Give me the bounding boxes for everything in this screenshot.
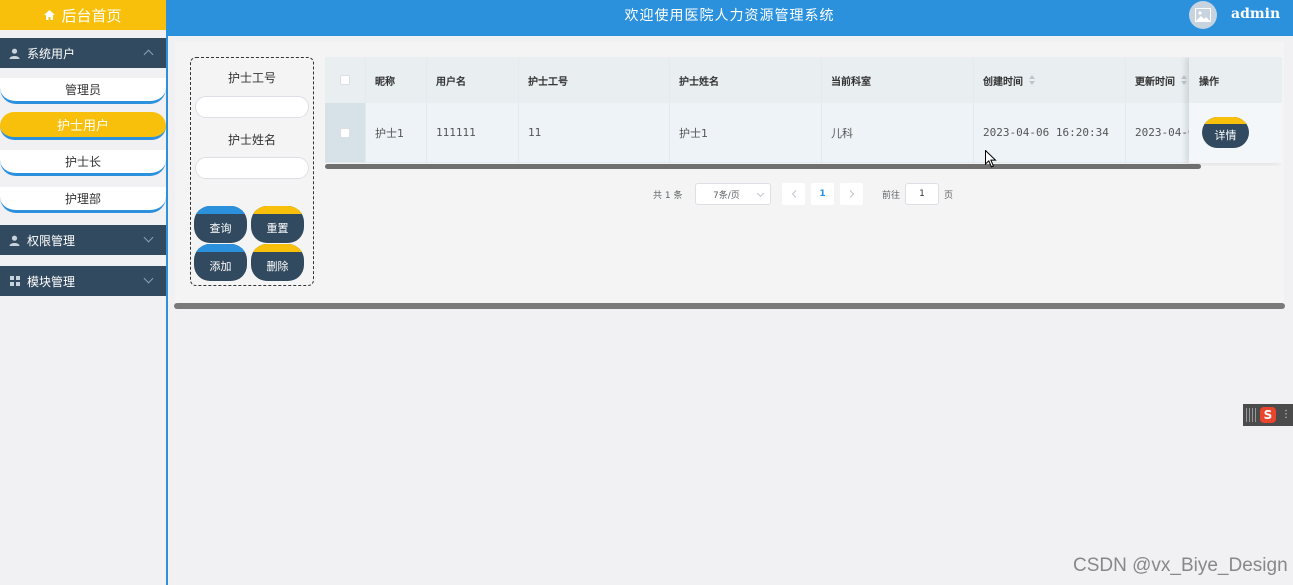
cell-nurse-name: 护士1 bbox=[670, 103, 822, 162]
nurse-name-input[interactable] bbox=[195, 157, 309, 179]
page-horizontal-scrollbar[interactable] bbox=[174, 303, 1285, 309]
cell-nurse-no: 11 bbox=[519, 103, 670, 162]
ime-logo-icon[interactable]: S bbox=[1260, 407, 1276, 423]
chevron-up-icon bbox=[143, 49, 154, 60]
search-form: 护士工号 护士姓名 查询 重置 添加 删除 bbox=[190, 57, 314, 286]
sort-icon[interactable] bbox=[1029, 75, 1035, 85]
cell-nickname: 护士1 bbox=[366, 103, 427, 162]
checkbox-box[interactable] bbox=[340, 75, 350, 85]
add-label: 添加 bbox=[209, 259, 232, 273]
chevron-right-icon bbox=[849, 190, 854, 198]
sidebar-item-label: 管理员 bbox=[64, 83, 101, 97]
detail-button[interactable]: 详情 bbox=[1202, 117, 1249, 148]
avatar[interactable] bbox=[1189, 1, 1217, 29]
app-root: 后台首页 欢迎使用医院人力资源管理系统 admin 系统用户 管理员 护士用户 … bbox=[0, 0, 1293, 585]
cell-department: 儿科 bbox=[822, 103, 974, 162]
sidebar-item-label: 护理部 bbox=[64, 192, 101, 206]
menu-group-label: 系统用户 bbox=[27, 46, 76, 61]
reset-label: 重置 bbox=[266, 221, 289, 235]
row-checkbox[interactable] bbox=[325, 103, 366, 162]
mouse-cursor-icon bbox=[985, 150, 997, 168]
menu-group-modules[interactable]: 模块管理 bbox=[0, 266, 166, 296]
fixed-actions-column: 操作 详情 bbox=[1189, 57, 1282, 163]
sidebar-item-head-nurse[interactable]: 护士长 bbox=[0, 150, 166, 176]
goto-page-input[interactable]: 1 bbox=[905, 183, 939, 205]
sidebar-item-admin[interactable]: 管理员 bbox=[0, 78, 166, 104]
column-header-username: 用户名 bbox=[427, 57, 519, 103]
column-header-actions: 操作 bbox=[1189, 57, 1282, 103]
home-button[interactable]: 后台首页 bbox=[0, 0, 166, 30]
detail-label: 详情 bbox=[1214, 129, 1237, 142]
data-table: 昵称 用户名 护士工号 护士姓名 当前科室 创建时间 更新时间 护士1 1111… bbox=[325, 57, 1282, 166]
top-header: 欢迎使用医院人力资源管理系统 admin bbox=[166, 0, 1293, 36]
column-header-created[interactable]: 创建时间 bbox=[974, 57, 1126, 103]
table-horizontal-scrollbar[interactable] bbox=[325, 164, 1201, 169]
page-unit-label: 页 bbox=[944, 190, 954, 201]
nurse-no-label: 护士工号 bbox=[227, 71, 276, 85]
column-header-label: 更新时间 bbox=[1135, 76, 1175, 88]
sort-icon[interactable] bbox=[1181, 75, 1187, 85]
next-page-button[interactable] bbox=[840, 183, 863, 205]
ime-toolbar[interactable]: S ⋮ bbox=[1243, 404, 1293, 426]
delete-button[interactable]: 删除 bbox=[251, 244, 304, 281]
table-row: 护士1 111111 11 护士1 儿科 2023-04-06 16:20:34… bbox=[325, 103, 1282, 163]
menu-group-label: 权限管理 bbox=[27, 233, 76, 248]
grid-icon bbox=[9, 276, 20, 287]
table-header: 昵称 用户名 护士工号 护士姓名 当前科室 创建时间 更新时间 bbox=[325, 57, 1282, 103]
goto-label: 前往 bbox=[882, 190, 901, 201]
add-button[interactable]: 添加 bbox=[194, 244, 247, 281]
column-header-department: 当前科室 bbox=[822, 57, 974, 103]
column-header-nickname: 昵称 bbox=[366, 57, 427, 103]
image-icon bbox=[1195, 8, 1211, 22]
sidebar-item-label: 护士长 bbox=[64, 155, 101, 169]
chevron-down-icon bbox=[756, 189, 765, 198]
sidebar-item-label: 护士用户 bbox=[56, 119, 109, 134]
checkbox-box[interactable] bbox=[340, 127, 350, 138]
chevron-left-icon bbox=[791, 190, 796, 198]
sidebar: 系统用户 管理员 护士用户 护士长 护理部 权限管理 模块管理 bbox=[0, 30, 168, 585]
user-icon bbox=[9, 235, 20, 246]
home-icon bbox=[44, 10, 56, 20]
drag-grip-icon[interactable] bbox=[1246, 408, 1256, 422]
page-size-select[interactable]: 7条/页 bbox=[695, 183, 771, 205]
watermark: CSDN @vx_Biye_Design bbox=[1073, 555, 1288, 576]
sidebar-item-nurse-users[interactable]: 护士用户 bbox=[0, 112, 166, 140]
menu-group-system-users[interactable]: 系统用户 bbox=[0, 38, 166, 68]
chevron-down-icon bbox=[143, 232, 154, 243]
column-header-label: 创建时间 bbox=[983, 76, 1023, 88]
nurse-name-label: 护士姓名 bbox=[227, 133, 276, 147]
nurse-no-input[interactable] bbox=[195, 96, 309, 118]
menu-group-permissions[interactable]: 权限管理 bbox=[0, 225, 166, 255]
ime-more-icon[interactable]: ⋮ bbox=[1281, 410, 1291, 420]
delete-label: 删除 bbox=[266, 259, 289, 273]
sidebar-item-nursing-dept[interactable]: 护理部 bbox=[0, 187, 166, 213]
user-icon bbox=[9, 48, 20, 59]
system-title: 欢迎使用医院人力资源管理系统 bbox=[624, 8, 835, 24]
username[interactable]: admin bbox=[1231, 6, 1280, 22]
prev-page-button[interactable] bbox=[782, 183, 805, 205]
page-size-value: 7条/页 bbox=[713, 190, 740, 201]
pagination-total: 共 1 条 bbox=[653, 190, 683, 201]
column-header-nurse-name: 护士姓名 bbox=[670, 57, 822, 103]
select-all-checkbox[interactable] bbox=[325, 57, 366, 103]
query-label: 查询 bbox=[209, 221, 232, 235]
cell-username: 111111 bbox=[427, 103, 519, 162]
home-label: 后台首页 bbox=[61, 6, 122, 25]
page-number-current[interactable]: 1 bbox=[811, 183, 834, 205]
query-button[interactable]: 查询 bbox=[194, 206, 247, 243]
chevron-down-icon bbox=[143, 273, 154, 284]
menu-group-label: 模块管理 bbox=[27, 274, 76, 289]
column-header-nurse-no: 护士工号 bbox=[519, 57, 670, 103]
reset-button[interactable]: 重置 bbox=[251, 206, 304, 243]
